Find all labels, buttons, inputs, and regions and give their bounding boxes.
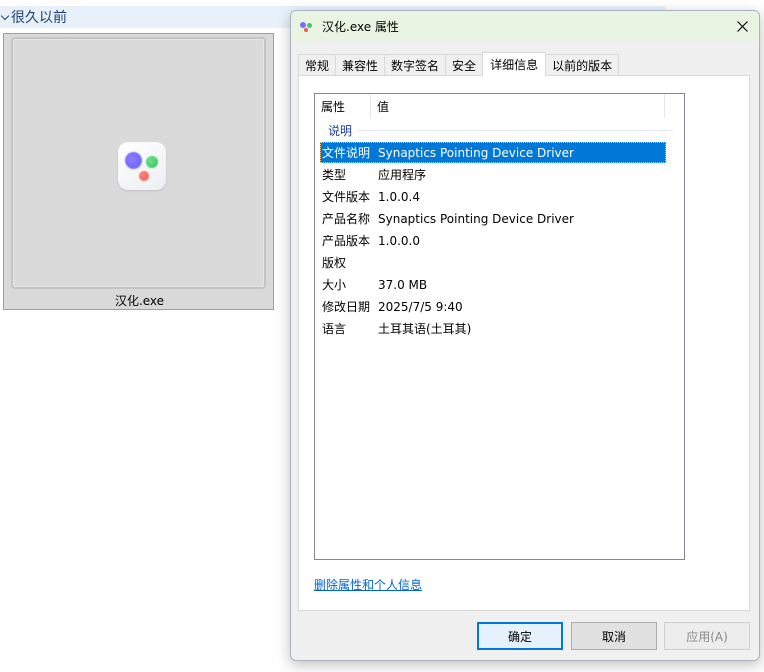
dialog-titlebar[interactable]: 汉化.exe 属性 <box>291 11 759 42</box>
column-header-value[interactable]: 值 <box>371 94 665 118</box>
logo-dot-red <box>139 171 149 181</box>
details-panel: 属性 值 说明 文件说明 Synaptics Pointing Device D… <box>298 75 750 611</box>
property-value: 37.0 MB <box>378 277 428 292</box>
app-logo-icon <box>118 142 166 190</box>
list-item[interactable]: 修改日期 2025/7/5 9:40 <box>320 296 666 317</box>
tab-general[interactable]: 常规 <box>298 54 337 76</box>
list-item[interactable]: 文件说明 Synaptics Pointing Device Driver <box>320 142 666 163</box>
app-logo-icon <box>299 20 313 34</box>
column-header-property[interactable]: 属性 <box>315 94 371 118</box>
list-item[interactable]: 产品名称 Synaptics Pointing Device Driver <box>320 208 666 229</box>
property-value: 1.0.0.0 <box>378 233 420 248</box>
section-label: 说明 <box>328 123 353 138</box>
property-name: 文件说明 <box>322 146 371 160</box>
property-name: 产品名称 <box>322 212 371 226</box>
list-item[interactable]: 大小 37.0 MB <box>320 274 666 295</box>
property-name: 文件版本 <box>322 190 371 204</box>
logo-dot-purple <box>125 152 142 169</box>
property-value: Synaptics Pointing Device Driver <box>378 211 574 226</box>
property-name: 产品版本 <box>322 234 371 248</box>
close-icon <box>736 21 748 32</box>
ok-button[interactable]: 确定 <box>477 622 563 650</box>
close-button[interactable] <box>725 11 759 42</box>
section-description: 说明 <box>328 122 673 138</box>
property-name: 修改日期 <box>322 300 371 314</box>
file-thumbnail <box>11 37 266 289</box>
property-name: 语言 <box>322 322 347 336</box>
property-value: 土耳其语(土耳其) <box>378 322 472 336</box>
properties-dialog: 汉化.exe 属性 常规 兼容性 数字签名 安全 详细信息 以前的版本 属性 值… <box>290 10 760 661</box>
tab-compatibility[interactable]: 兼容性 <box>335 54 386 76</box>
list-item[interactable]: 产品版本 1.0.0.0 <box>320 230 666 251</box>
property-value: 1.0.0.4 <box>378 189 420 204</box>
remove-properties-link[interactable]: 删除属性和个人信息 <box>314 576 422 593</box>
tab-previous-versions[interactable]: 以前的版本 <box>545 54 620 76</box>
tab-digital-signatures[interactable]: 数字签名 <box>384 54 447 76</box>
chevron-down-icon <box>1 12 11 22</box>
list-item[interactable]: 文件版本 1.0.0.4 <box>320 186 666 207</box>
tab-security[interactable]: 安全 <box>445 54 484 76</box>
list-item[interactable]: 版权 <box>320 252 666 273</box>
property-name: 版权 <box>322 256 347 270</box>
logo-dot-green <box>146 156 158 168</box>
apply-button[interactable]: 应用(A) <box>664 622 750 650</box>
file-name: 汉化.exe <box>114 294 165 308</box>
property-name: 大小 <box>322 278 347 292</box>
tab-details[interactable]: 详细信息 <box>482 52 547 76</box>
list-item[interactable]: 类型 应用程序 <box>320 164 666 185</box>
list-header: 属性 值 <box>315 94 684 118</box>
details-list[interactable]: 属性 值 说明 文件说明 Synaptics Pointing Device D… <box>314 93 685 560</box>
property-value: Synaptics Pointing Device Driver <box>378 145 574 160</box>
property-value: 2025/7/5 9:40 <box>378 299 463 314</box>
cancel-button[interactable]: 取消 <box>571 622 657 650</box>
property-value: 应用程序 <box>378 168 427 182</box>
dialog-title: 汉化.exe 属性 <box>322 20 399 34</box>
list-item[interactable]: 语言 土耳其语(土耳其) <box>320 318 666 339</box>
property-name: 类型 <box>322 168 347 182</box>
group-title: 很久以前 <box>11 10 67 26</box>
section-divider <box>358 129 673 131</box>
tab-strip: 常规 兼容性 数字签名 安全 详细信息 以前的版本 <box>298 52 620 76</box>
file-item[interactable]: 汉化.exe <box>3 33 274 310</box>
